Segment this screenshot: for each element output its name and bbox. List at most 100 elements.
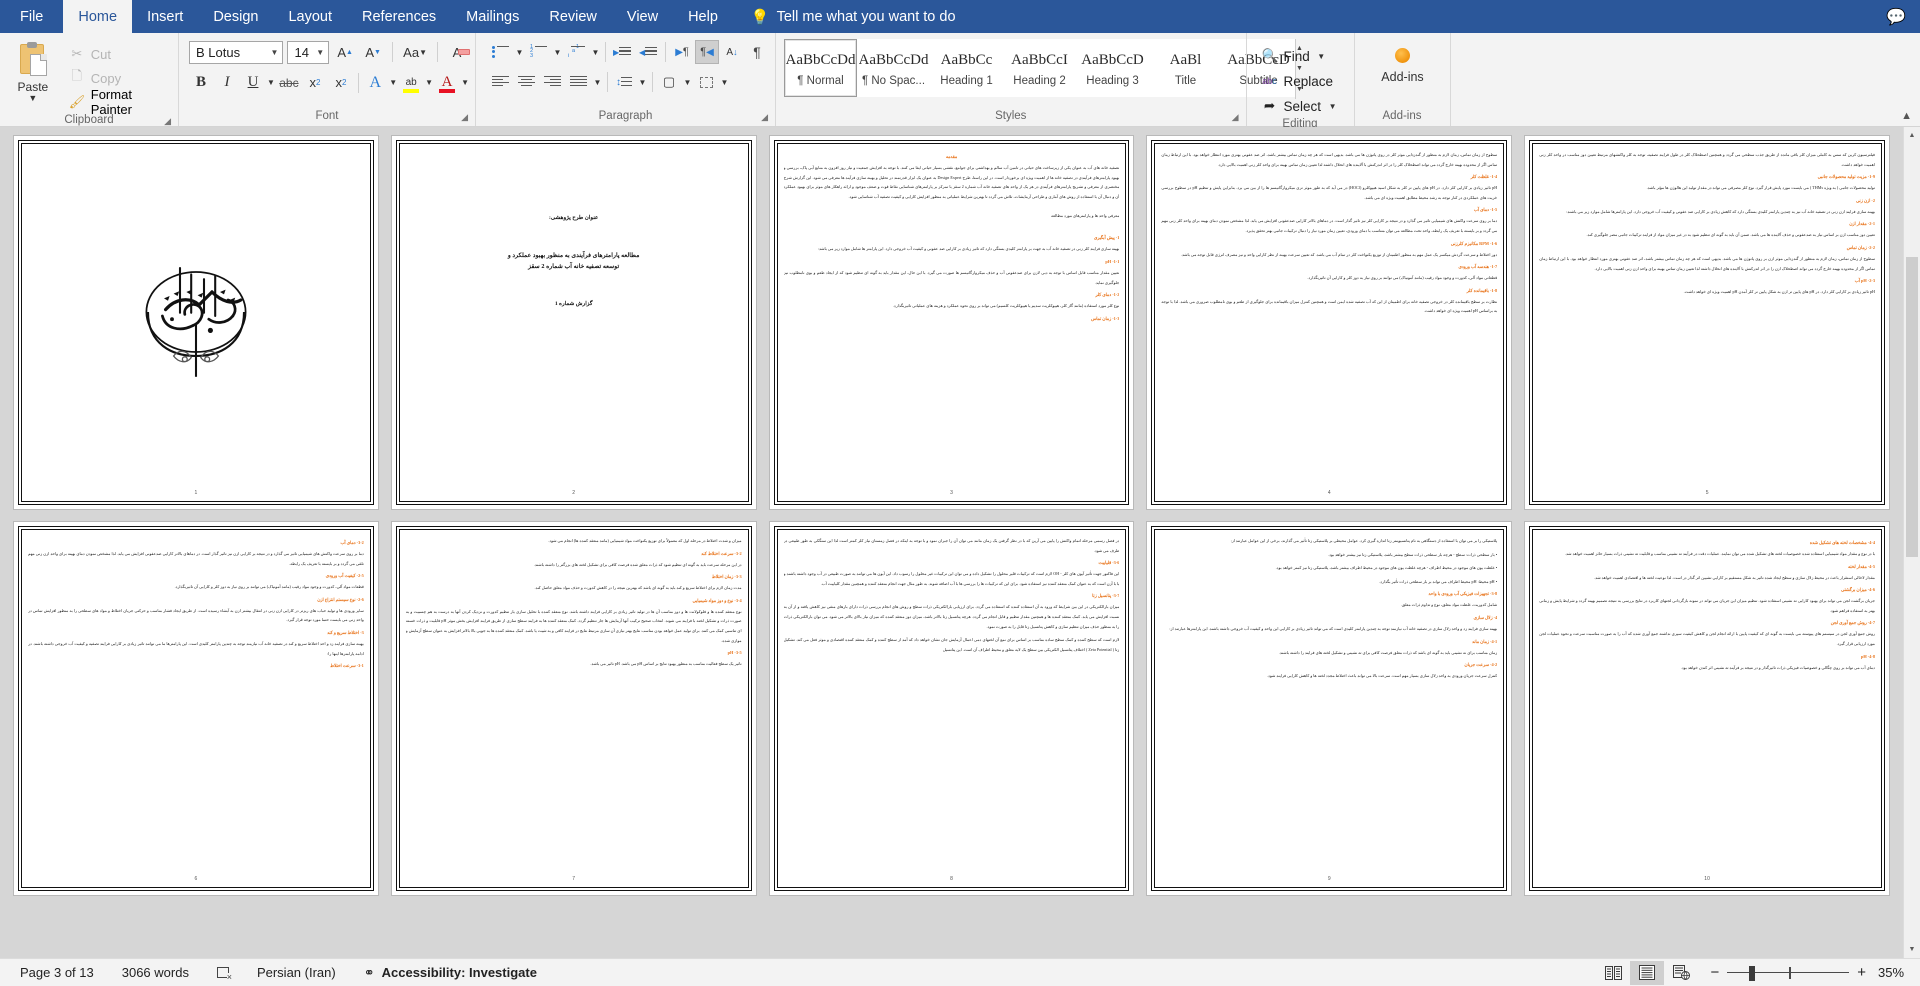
view-web-layout[interactable] bbox=[1664, 961, 1698, 985]
comment-icon[interactable]: 💬 bbox=[1886, 7, 1906, 27]
font-size-combo[interactable]: 14 ▼ bbox=[287, 40, 330, 64]
tab-layout[interactable]: Layout bbox=[273, 0, 347, 33]
proofing-status[interactable] bbox=[203, 967, 243, 981]
bullets-chevron-down-icon[interactable]: ▼ bbox=[514, 48, 525, 57]
document-page[interactable]: فیلترسیون کربن که سس به کاملی میزان کلر … bbox=[1525, 136, 1889, 509]
find-button[interactable]: 🔍 Find ▼ bbox=[1262, 45, 1340, 67]
document-page[interactable]: میزان و شدت اختلاط در مرحله اول که معمول… bbox=[391, 522, 756, 895]
collapse-ribbon-icon[interactable]: ▲ bbox=[1901, 110, 1912, 122]
clear-formatting-icon[interactable]: A bbox=[445, 40, 470, 64]
multilevel-chevron-down-icon[interactable]: ▼ bbox=[590, 48, 601, 57]
rtl-text-direction-icon[interactable]: ¶ ◀ bbox=[695, 40, 719, 64]
styles-dialog-launcher-icon[interactable]: ◢ bbox=[1232, 110, 1239, 125]
select-button[interactable]: ➦ Select ▼ bbox=[1262, 95, 1340, 117]
superscript-button[interactable]: x2 bbox=[329, 71, 353, 95]
cut-button[interactable]: ✂ Cut bbox=[65, 43, 172, 65]
line-spacing-chevron-down-icon[interactable]: ▼ bbox=[637, 78, 648, 87]
font-name-combo[interactable]: B Lotus ▼ bbox=[189, 40, 284, 64]
italic-button[interactable]: I bbox=[215, 71, 239, 95]
align-right-icon[interactable] bbox=[540, 70, 565, 94]
numbering-icon[interactable]: 123 bbox=[526, 40, 551, 64]
tell-me-box[interactable]: 💡 Tell me what you want to do bbox=[751, 0, 956, 33]
text-highlight-color-icon[interactable]: ab bbox=[399, 71, 423, 95]
font-size-chevron-down-icon[interactable]: ▼ bbox=[311, 48, 324, 57]
scroll-up-icon[interactable]: ▲ bbox=[1904, 127, 1920, 144]
view-print-layout[interactable] bbox=[1630, 960, 1665, 985]
numbering-chevron-down-icon[interactable]: ▼ bbox=[552, 48, 563, 57]
page-indicator[interactable]: Page 3 of 13 bbox=[6, 965, 108, 980]
font-dialog-launcher-icon[interactable]: ◢ bbox=[461, 110, 468, 125]
shading-chevron-down-icon[interactable]: ▼ bbox=[682, 78, 693, 87]
multilevel-list-icon[interactable]: 1ai bbox=[564, 40, 589, 64]
paste-chevron-down-icon[interactable]: ▼ bbox=[27, 94, 38, 103]
document-page[interactable]: مقدمه تصفیه خانه های آب به عنوان یکی از … bbox=[769, 136, 1134, 509]
bullets-icon[interactable] bbox=[488, 40, 513, 64]
paste-button[interactable]: Paste ▼ bbox=[7, 39, 59, 103]
document-page[interactable]: 1 bbox=[14, 136, 378, 509]
view-read-mode[interactable] bbox=[1596, 961, 1630, 985]
tab-design[interactable]: Design bbox=[198, 0, 273, 33]
tab-view[interactable]: View bbox=[612, 0, 673, 33]
copy-button[interactable]: 🗋 Copy bbox=[65, 67, 172, 89]
zoom-level[interactable]: 35% bbox=[1878, 965, 1914, 980]
shrink-font-icon[interactable]: A ▼ bbox=[361, 40, 385, 64]
vertical-scrollbar[interactable]: ▲ ▼ bbox=[1903, 127, 1920, 958]
word-count[interactable]: 3066 words bbox=[108, 965, 203, 980]
tab-review[interactable]: Review bbox=[534, 0, 612, 33]
align-left-icon[interactable] bbox=[488, 70, 513, 94]
show-formatting-marks-icon[interactable]: ¶ bbox=[745, 40, 769, 64]
style-heading-1[interactable]: AaBbCc Heading 1 bbox=[930, 39, 1003, 97]
find-chevron-down-icon[interactable]: ▼ bbox=[1316, 52, 1327, 61]
borders-chevron-down-icon[interactable]: ▼ bbox=[719, 78, 730, 87]
tab-help[interactable]: Help bbox=[673, 0, 733, 33]
document-canvas[interactable]: 1 عنوان طرح پژوهشی: مطالعه پارامترهای فر… bbox=[0, 127, 1920, 958]
subscript-button[interactable]: x2 bbox=[303, 71, 327, 95]
style-title[interactable]: AaBl Title bbox=[1149, 39, 1222, 97]
increase-indent-icon[interactable]: ◀ bbox=[636, 40, 661, 64]
zoom-in-button[interactable]: + bbox=[1857, 964, 1866, 981]
scroll-down-icon[interactable]: ▼ bbox=[1904, 941, 1920, 958]
tab-references[interactable]: References bbox=[347, 0, 451, 33]
sort-icon[interactable]: A ↓ bbox=[720, 40, 744, 64]
borders-icon[interactable] bbox=[694, 70, 718, 94]
zoom-slider-thumb[interactable] bbox=[1749, 965, 1756, 981]
font-name-chevron-down-icon[interactable]: ▼ bbox=[266, 48, 279, 57]
text-effects-chevron-down-icon[interactable]: ▼ bbox=[389, 78, 397, 87]
font-color-icon[interactable]: A bbox=[435, 71, 459, 95]
align-center-icon[interactable] bbox=[514, 70, 539, 94]
justify-icon[interactable] bbox=[566, 70, 591, 94]
language-indicator[interactable]: Persian (Iran) bbox=[243, 965, 350, 980]
format-painter-button[interactable]: 🖌 Format Painter bbox=[65, 87, 172, 117]
document-page[interactable]: سطوح از زمان تماس، زمان لازم به منظور از… bbox=[1147, 136, 1512, 509]
select-chevron-down-icon[interactable]: ▼ bbox=[1327, 102, 1338, 111]
document-page[interactable]: 4-4- مشخصات لخته های تشکیل شده با در نوع… bbox=[1525, 522, 1889, 895]
shading-icon[interactable]: ▢ bbox=[657, 70, 681, 94]
underline-button[interactable]: U bbox=[241, 71, 265, 95]
ltr-text-direction-icon[interactable]: ▶ ¶ bbox=[670, 40, 694, 64]
change-case-button[interactable]: Aa ▼ bbox=[400, 40, 430, 64]
grow-font-icon[interactable]: A ▲ bbox=[333, 40, 357, 64]
style-heading-3[interactable]: AaBbCcD Heading 3 bbox=[1076, 39, 1149, 97]
decrease-indent-icon[interactable]: ▶ bbox=[610, 40, 635, 64]
change-case-chevron-down-icon[interactable]: ▼ bbox=[419, 48, 427, 57]
replace-button[interactable]: abc Replace bbox=[1262, 70, 1340, 92]
document-page[interactable]: پلاستیکی را بر می توان با استفاده از دست… bbox=[1147, 522, 1512, 895]
document-page[interactable]: در فصل رسمی مرحله اتمام واکنش را پایین م… bbox=[769, 522, 1134, 895]
style-normal[interactable]: AaBbCcDd ¶ Normal bbox=[784, 39, 857, 97]
tab-mailings[interactable]: Mailings bbox=[451, 0, 534, 33]
document-page[interactable]: عنوان طرح پژوهشی: مطالعه پارامترهای فرآی… bbox=[391, 136, 756, 509]
tab-file[interactable]: File bbox=[0, 0, 64, 33]
style-heading-2[interactable]: AaBbCcI Heading 2 bbox=[1003, 39, 1076, 97]
tab-home[interactable]: Home bbox=[63, 0, 133, 33]
text-effects-icon[interactable]: A bbox=[363, 71, 387, 95]
accessibility-status[interactable]: ⚭ Accessibility: Investigate bbox=[350, 965, 551, 981]
highlight-chevron-down-icon[interactable]: ▼ bbox=[425, 78, 433, 87]
zoom-slider-track[interactable] bbox=[1727, 965, 1850, 981]
zoom-slider[interactable]: − + bbox=[1698, 964, 1878, 981]
zoom-out-button[interactable]: − bbox=[1710, 964, 1719, 981]
scrollbar-thumb[interactable] bbox=[1906, 257, 1918, 557]
line-spacing-icon[interactable]: ↕ bbox=[612, 70, 636, 94]
style-no-spacing[interactable]: AaBbCcDd ¶ No Spac... bbox=[857, 39, 930, 97]
justify-chevron-down-icon[interactable]: ▼ bbox=[592, 78, 603, 87]
addins-button[interactable]: Add-ins bbox=[1372, 39, 1434, 84]
